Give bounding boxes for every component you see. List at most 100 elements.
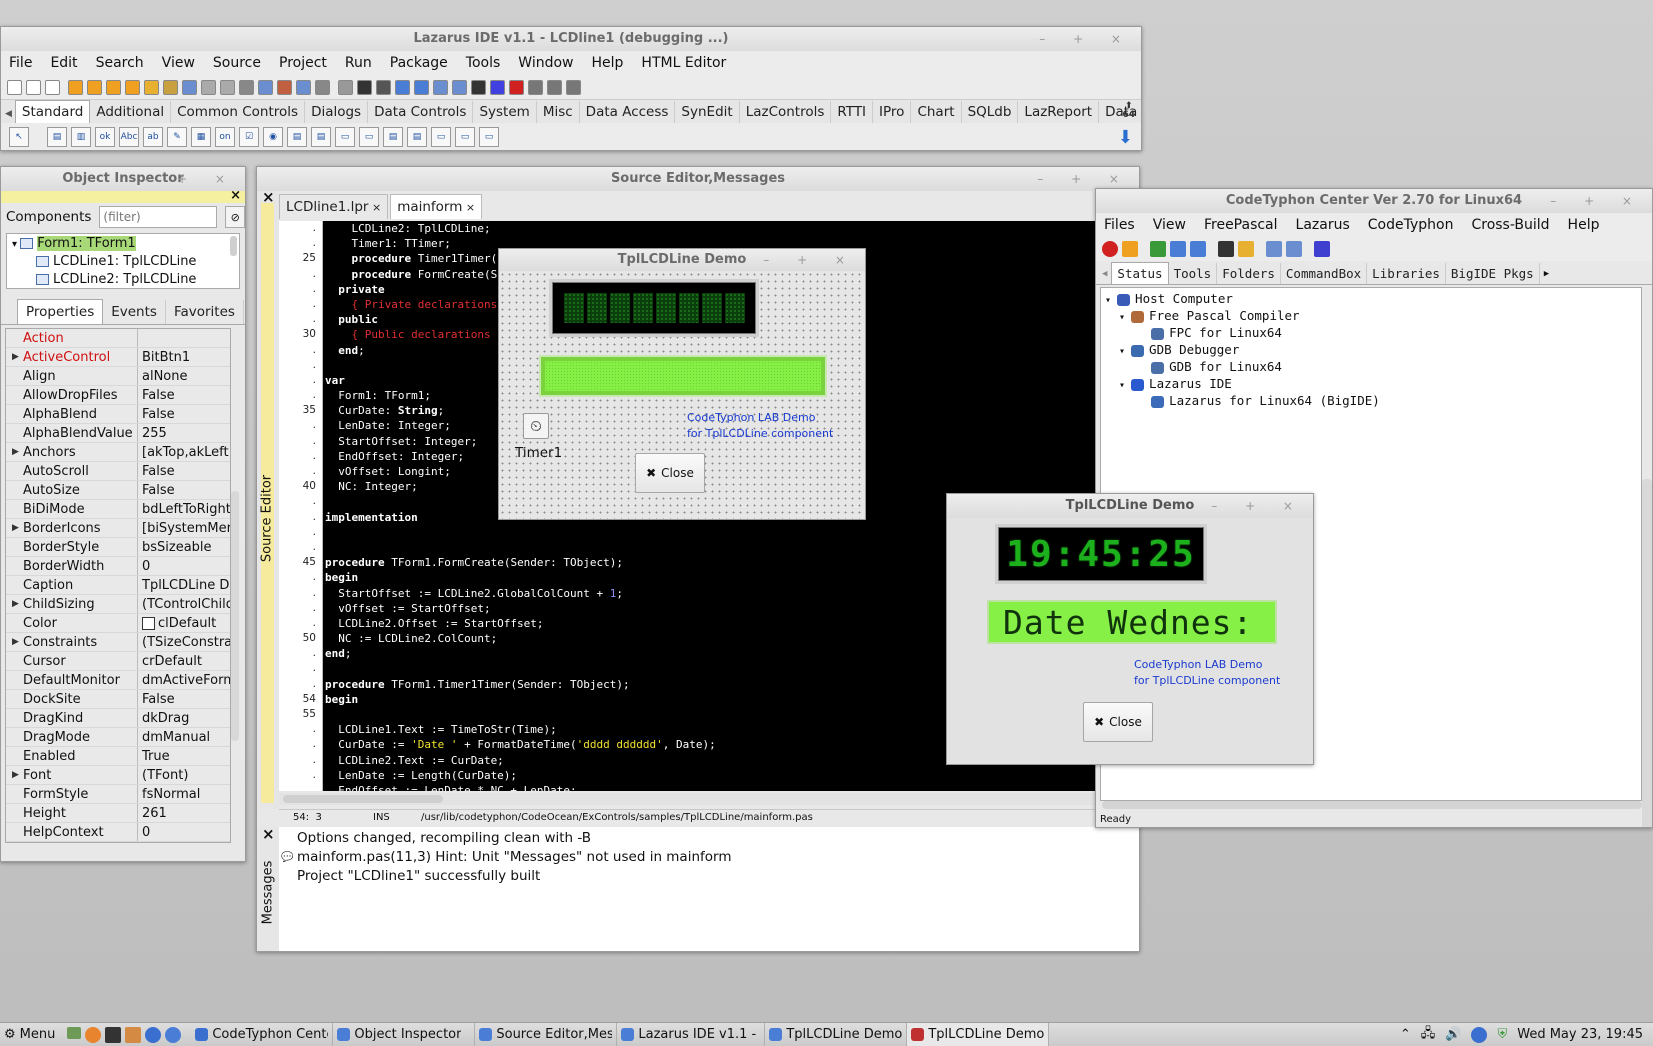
center-tab-tools[interactable]: Tools (1169, 263, 1218, 284)
line-number[interactable]: . (279, 722, 322, 737)
toolbar-icon[interactable] (68, 79, 83, 95)
center-toolbar-icon[interactable] (1314, 241, 1330, 257)
close-hint-icon[interactable]: × (230, 188, 241, 203)
property-row[interactable]: AlphaBlendValue 255 (6, 424, 230, 443)
window-controls[interactable]: – + × (1550, 189, 1644, 213)
center-toolbar-icon[interactable] (1150, 241, 1166, 257)
center-tree-item[interactable]: ▾ Lazarus IDE (1105, 375, 1637, 392)
palette-component-icon[interactable]: on (215, 127, 235, 147)
code-line[interactable] (325, 707, 716, 722)
toolbar-icon[interactable] (509, 79, 524, 95)
expand-property-icon[interactable]: ▶ (12, 633, 19, 651)
palette-component-icon[interactable]: ▤ (383, 127, 403, 147)
line-number[interactable]: . (279, 540, 322, 555)
line-number[interactable]: . (279, 737, 322, 752)
toolbar-icon[interactable] (414, 79, 429, 95)
line-number[interactable]: . (279, 646, 322, 661)
menu-run[interactable]: Run (345, 55, 372, 71)
timer-component-icon[interactable]: ⏲ (523, 413, 549, 439)
toolbar-icon[interactable] (315, 79, 330, 95)
toolbar-icon[interactable] (296, 79, 311, 95)
palette-component-icon[interactable]: ▦ (191, 127, 211, 147)
toolbar-icon[interactable] (490, 79, 505, 95)
line-number[interactable]: 54 (279, 692, 322, 707)
center-titlebar[interactable]: CodeTyphon Center Ver 2.70 for Linux64 – … (1096, 189, 1652, 213)
toolbar-icon[interactable] (7, 79, 22, 95)
palette-component-icon[interactable]: ▤ (311, 127, 331, 147)
property-row[interactable]: Color clDefault (6, 614, 230, 633)
property-row[interactable]: ▶ Anchors [akTop,akLeft (6, 443, 230, 462)
code-line[interactable] (325, 661, 716, 676)
property-row[interactable]: ▶ ActiveControl BitBtn1 (6, 348, 230, 367)
palette-tab-system[interactable]: System (473, 101, 537, 123)
property-value[interactable]: dmActiveForm (142, 673, 230, 688)
palette-component-icon[interactable]: ▭ (431, 127, 451, 147)
tree-scrollbar[interactable] (230, 236, 237, 256)
toolbar-icon[interactable] (87, 79, 102, 95)
property-row[interactable]: Action (6, 329, 230, 348)
palette-component-icon[interactable]: ok (95, 127, 115, 147)
menu-edit[interactable]: Edit (50, 55, 77, 71)
line-number[interactable]: . (279, 267, 322, 282)
components-filter-input[interactable] (99, 206, 218, 228)
running-close-button[interactable]: ✖ Close (1083, 702, 1153, 742)
property-value[interactable]: bdLeftToRight (142, 502, 230, 517)
line-number[interactable]: . (279, 343, 322, 358)
palette-tab-additional[interactable]: Additional (90, 101, 172, 123)
center-toolbar-icon[interactable] (1286, 241, 1302, 257)
property-value[interactable]: (TFont) (142, 768, 188, 783)
code-line[interactable]: EndOffset := LenDate * NC + LenDate; (325, 783, 716, 791)
palette-component-icon[interactable]: ◉ (263, 127, 283, 147)
center-menu-help[interactable]: Help (1568, 217, 1600, 233)
close-tab-icon[interactable]: × (462, 201, 475, 214)
center-tab-folders[interactable]: Folders (1217, 263, 1281, 284)
codetyphon-icon[interactable] (145, 1026, 162, 1043)
center-tree-vscroll[interactable] (1642, 479, 1652, 827)
tabs-scroll-right-icon[interactable]: ▶ (244, 306, 245, 324)
toolbar-icon[interactable] (528, 79, 543, 95)
line-number[interactable]: . (279, 388, 322, 403)
property-row[interactable]: DefaultMonitor dmActiveForm (6, 671, 230, 690)
terminal-icon[interactable] (105, 1026, 122, 1043)
ide-titlebar[interactable]: Lazarus IDE v1.1 - LCDline1 (debugging .… (1, 27, 1141, 51)
palette-tab-sqldb[interactable]: SQLdb (962, 101, 1019, 123)
message-line[interactable]: Project "LCDline1" successfully built (297, 867, 1139, 886)
toolbar-icon[interactable] (106, 79, 121, 95)
taskbar-window-button[interactable]: Source Editor,Mess... (475, 1023, 618, 1046)
palette-tab-misc[interactable]: Misc (537, 101, 580, 123)
toolbar-icon[interactable] (433, 79, 448, 95)
inspector-tab-events[interactable]: Events (103, 300, 166, 324)
running-form-titlebar[interactable]: TplLCDLine Demo – + × (947, 494, 1313, 518)
inspector-tab-properties[interactable]: Properties (17, 299, 104, 324)
center-toolbar-icon[interactable] (1238, 241, 1254, 257)
update-icon[interactable] (1471, 1026, 1488, 1043)
menu-window[interactable]: Window (518, 55, 573, 71)
code-line[interactable]: StartOffset := LCDLine2.GlobalColCount +… (325, 586, 716, 601)
palette-component-icon[interactable]: ▭ (335, 127, 355, 147)
palette-component-icon[interactable]: ✎ (167, 127, 187, 147)
property-value[interactable]: [biSystemMer (142, 521, 230, 536)
code-line[interactable]: vOffset := StartOffset; (325, 601, 716, 616)
palette-component-icon[interactable]: ↖ (9, 127, 29, 147)
message-line[interactable]: 💬 mainform.pas(11,3) Hint: Unit "Messages… (281, 848, 1139, 867)
property-row[interactable]: BorderStyle bsSizeable (6, 538, 230, 557)
property-row[interactable]: FormStyle fsNormal (6, 785, 230, 804)
toolbar-icon[interactable] (376, 79, 391, 95)
expand-property-icon[interactable]: ▶ (12, 766, 19, 784)
center-menu-view[interactable]: View (1153, 217, 1186, 233)
line-number[interactable]: . (279, 586, 322, 601)
property-row[interactable]: BiDiMode bdLeftToRight (6, 500, 230, 519)
line-number[interactable]: . (279, 494, 322, 509)
palette-component-icon[interactable]: ▭ (455, 127, 475, 147)
shield-icon[interactable]: ⛨ (1497, 1027, 1507, 1042)
design-form-titlebar[interactable]: TplLCDLine Demo – + × (499, 249, 865, 271)
toolbar-icon[interactable] (452, 79, 467, 95)
palette-component-icon[interactable]: ☑ (239, 127, 259, 147)
expand-property-icon[interactable]: ▶ (12, 595, 19, 613)
settings-icon[interactable] (165, 1026, 182, 1043)
line-number[interactable]: . (279, 221, 322, 236)
property-row[interactable]: Align alNone (6, 367, 230, 386)
center-tree-item[interactable]: Lazarus for Linux64 (BigIDE) (1105, 392, 1637, 409)
property-value[interactable]: False (142, 407, 175, 422)
property-row[interactable]: Height 261 (6, 804, 230, 823)
